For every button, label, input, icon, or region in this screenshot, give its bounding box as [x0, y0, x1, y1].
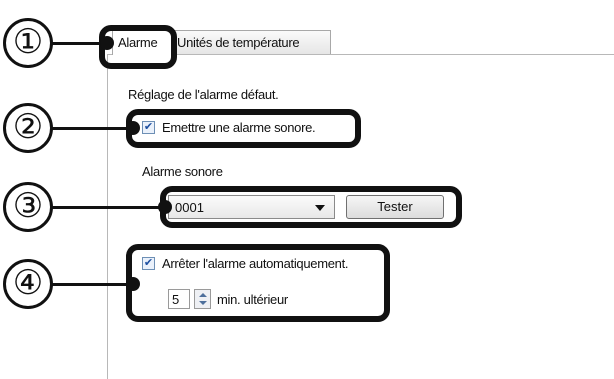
leader-dot-2	[126, 121, 140, 135]
panel-left-border	[107, 54, 108, 379]
sound-alarm-label: Emettre une alarme sonore.	[162, 120, 316, 135]
leader-line-3	[52, 206, 164, 209]
tab-temperature-units[interactable]: Unités de température	[171, 30, 331, 54]
alarm-sound-select-value: 0001	[175, 200, 204, 215]
arrow-up-icon	[199, 293, 207, 297]
test-alarm-button[interactable]: Tester	[346, 195, 444, 219]
auto-stop-checkbox[interactable]: ✔	[142, 257, 155, 270]
alarm-sound-label: Alarme sonore	[142, 164, 223, 179]
minutes-unit-label: min. ultérieur	[217, 292, 288, 307]
leader-line-4	[52, 283, 130, 286]
checkmark-icon: ✔	[143, 121, 154, 133]
alarm-sound-select[interactable]: 0001	[168, 195, 335, 219]
default-alarm-heading: Réglage de l'alarme défaut.	[128, 87, 279, 102]
tab-strip-line	[107, 54, 614, 55]
leader-dot-3	[158, 200, 172, 214]
callout-marker-4: ④	[3, 259, 53, 309]
arrow-down-icon	[199, 301, 207, 305]
auto-stop-minutes-input[interactable]: 5	[168, 289, 190, 309]
tab-temperature-units-label: Unités de température	[177, 35, 300, 50]
auto-stop-label: Arrêter l'alarme automatiquement.	[162, 256, 349, 271]
sound-alarm-checkbox[interactable]: ✔	[142, 121, 155, 134]
checkmark-icon: ✔	[143, 257, 154, 269]
leader-line-1	[52, 42, 106, 45]
leader-dot-4	[126, 277, 140, 291]
callout-marker-1: ①	[3, 18, 53, 68]
leader-dot-1	[100, 36, 114, 50]
callout-marker-3: ③	[3, 182, 53, 232]
callout-marker-2: ②	[3, 103, 53, 153]
chevron-down-icon	[315, 205, 325, 211]
leader-line-2	[52, 127, 130, 130]
auto-stop-minutes-value: 5	[172, 292, 180, 307]
minutes-stepper[interactable]	[194, 289, 211, 309]
